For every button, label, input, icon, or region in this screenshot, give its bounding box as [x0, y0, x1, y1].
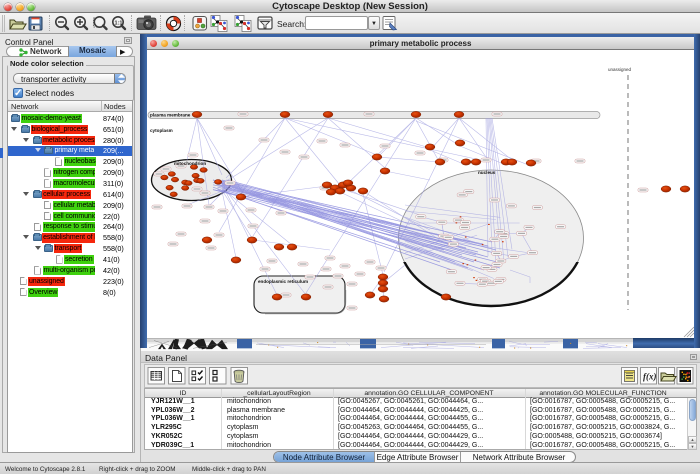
svg-text:1:1: 1:1: [115, 21, 123, 27]
svg-text:unassigned: unassigned: [608, 67, 632, 72]
svg-text:endoplasmic reticulum: endoplasmic reticulum: [258, 279, 308, 284]
svg-text:f(x): f(x): [643, 372, 657, 382]
svg-text:mitochondrion: mitochondrion: [174, 161, 206, 166]
svg-text:plasma membrane: plasma membrane: [150, 113, 191, 118]
svg-text:nucleus: nucleus: [478, 170, 496, 175]
svg-text:cytoplasm: cytoplasm: [150, 128, 173, 133]
